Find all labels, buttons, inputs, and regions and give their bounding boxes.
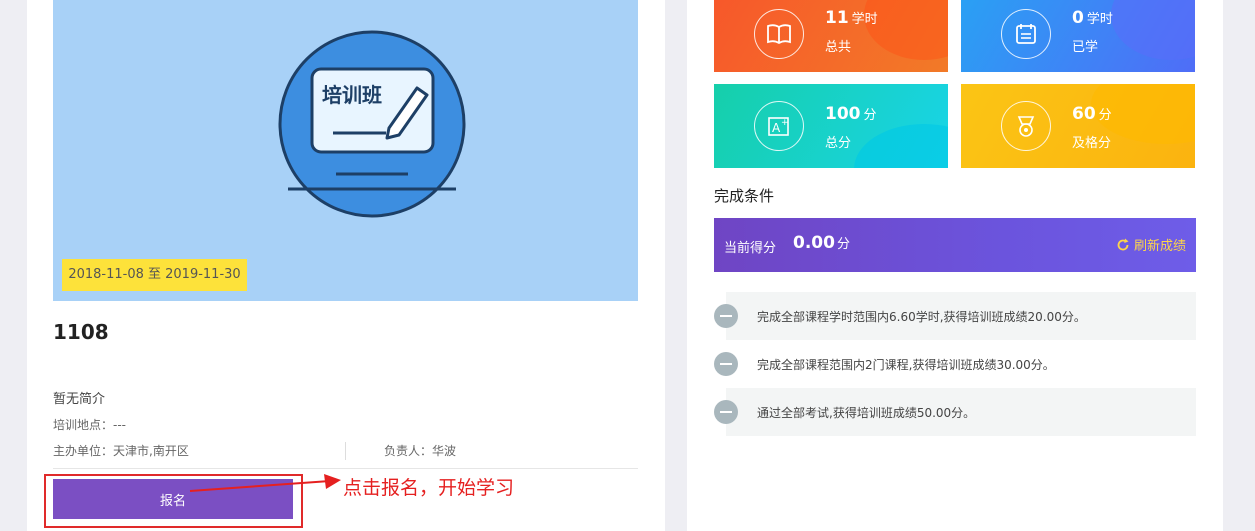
stat-unit: 分 — [1098, 108, 1112, 123]
divider — [53, 468, 638, 469]
stat-total-hours: 11 学时 总共 — [714, 0, 948, 72]
stat-value: 60 — [1072, 104, 1096, 124]
course-card: 培训班 2018-11-08 至 2019-11-30 1108 暂无简介 培训… — [27, 0, 665, 531]
minus-circle-icon — [714, 400, 738, 424]
condition-item: 完成全部课程范围内2门课程,获得培训班成绩30.00分。 — [726, 340, 1196, 388]
current-score-bar: 当前得分 0.00 分 刷新成绩 — [714, 218, 1196, 272]
cover-text: 培训班 — [322, 83, 382, 107]
calendar-icon — [1001, 9, 1051, 59]
minus-circle-icon — [714, 352, 738, 376]
course-cover: 培训班 2018-11-08 至 2019-11-30 — [53, 0, 638, 301]
progress-card: 11 学时 总共 0 学时 已学 A + 100 分 总分 60 分 及格分 完成条件 当… — [687, 0, 1223, 531]
training-class-illustration: 培训班 — [278, 30, 466, 218]
stat-label: 总共 — [825, 40, 852, 55]
score-label: 当前得分 — [724, 241, 777, 256]
book-icon — [754, 9, 804, 59]
stat-studied-hours: 0 学时 已学 — [961, 0, 1195, 72]
stat-unit: 学时 — [851, 12, 878, 27]
course-location: 培训地点：--- — [53, 418, 126, 432]
stat-passing-score: 60 分 及格分 — [961, 84, 1195, 168]
divider — [345, 442, 346, 460]
minus-circle-icon — [714, 304, 738, 328]
stat-label: 及格分 — [1072, 136, 1112, 151]
grade-icon: A + — [754, 101, 804, 151]
stat-label: 总分 — [825, 136, 852, 151]
svg-text:+: + — [781, 118, 789, 128]
condition-text: 通过全部考试,获得培训班成绩50.00分。 — [757, 406, 976, 420]
svg-text:A: A — [772, 121, 781, 135]
stat-total-score: A + 100 分 总分 — [714, 84, 948, 168]
course-owner: 负责人：华波 — [384, 444, 457, 458]
refresh-label: 刷新成绩 — [1133, 239, 1186, 254]
course-title: 1108 — [53, 320, 109, 344]
condition-item: 通过全部考试,获得培训班成绩50.00分。 — [726, 388, 1196, 436]
enroll-button[interactable]: 报名 — [53, 479, 293, 519]
course-intro: 暂无简介 — [53, 392, 106, 407]
score-value: 0.00 — [793, 233, 835, 253]
stat-label: 已学 — [1072, 40, 1099, 55]
stat-unit: 分 — [863, 108, 877, 123]
refresh-score-button[interactable]: 刷新成绩 — [1116, 235, 1186, 254]
stat-value: 100 — [825, 104, 861, 124]
stat-unit: 学时 — [1086, 12, 1113, 27]
date-range-badge: 2018-11-08 至 2019-11-30 — [62, 259, 247, 291]
stat-value: 11 — [825, 8, 849, 28]
completion-title: 完成条件 — [714, 187, 775, 205]
condition-text: 完成全部课程范围内2门课程,获得培训班成绩30.00分。 — [757, 358, 1055, 372]
refresh-icon — [1117, 238, 1129, 250]
condition-text: 完成全部课程学时范围内6.60学时,获得培训班成绩20.00分。 — [757, 310, 1086, 324]
annotation-text: 点击报名，开始学习 — [343, 477, 515, 499]
condition-item: 完成全部课程学时范围内6.60学时,获得培训班成绩20.00分。 — [726, 292, 1196, 340]
medal-icon — [1001, 101, 1051, 151]
stat-value: 0 — [1072, 8, 1084, 28]
score-unit: 分 — [836, 237, 850, 252]
course-sponsor: 主办单位：天津市,南开区 — [53, 444, 189, 458]
